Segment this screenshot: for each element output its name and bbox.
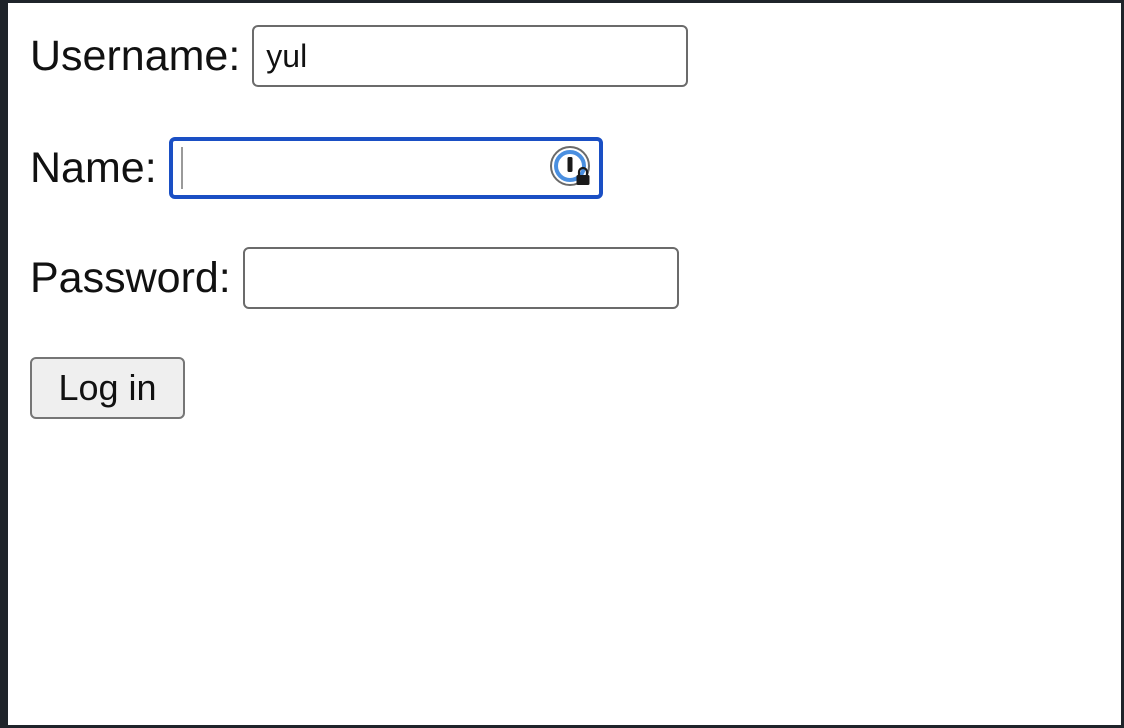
- name-input[interactable]: [168, 137, 603, 199]
- name-field-wrapper: [168, 137, 603, 199]
- name-row: Name:: [30, 137, 603, 199]
- password-input[interactable]: [242, 247, 679, 309]
- username-label: Username:: [30, 31, 241, 80]
- password-label: Password:: [30, 253, 231, 302]
- password-row: Password:: [30, 247, 679, 309]
- username-row: Username:: [30, 25, 689, 87]
- name-label: Name:: [30, 143, 157, 192]
- browser-content-area: Username: Name: Password: Log in: [8, 3, 1121, 725]
- password-manager-lock-icon[interactable]: [549, 145, 595, 191]
- username-input[interactable]: [252, 25, 689, 87]
- text-caret: [180, 147, 183, 189]
- login-button[interactable]: Log in: [30, 357, 185, 419]
